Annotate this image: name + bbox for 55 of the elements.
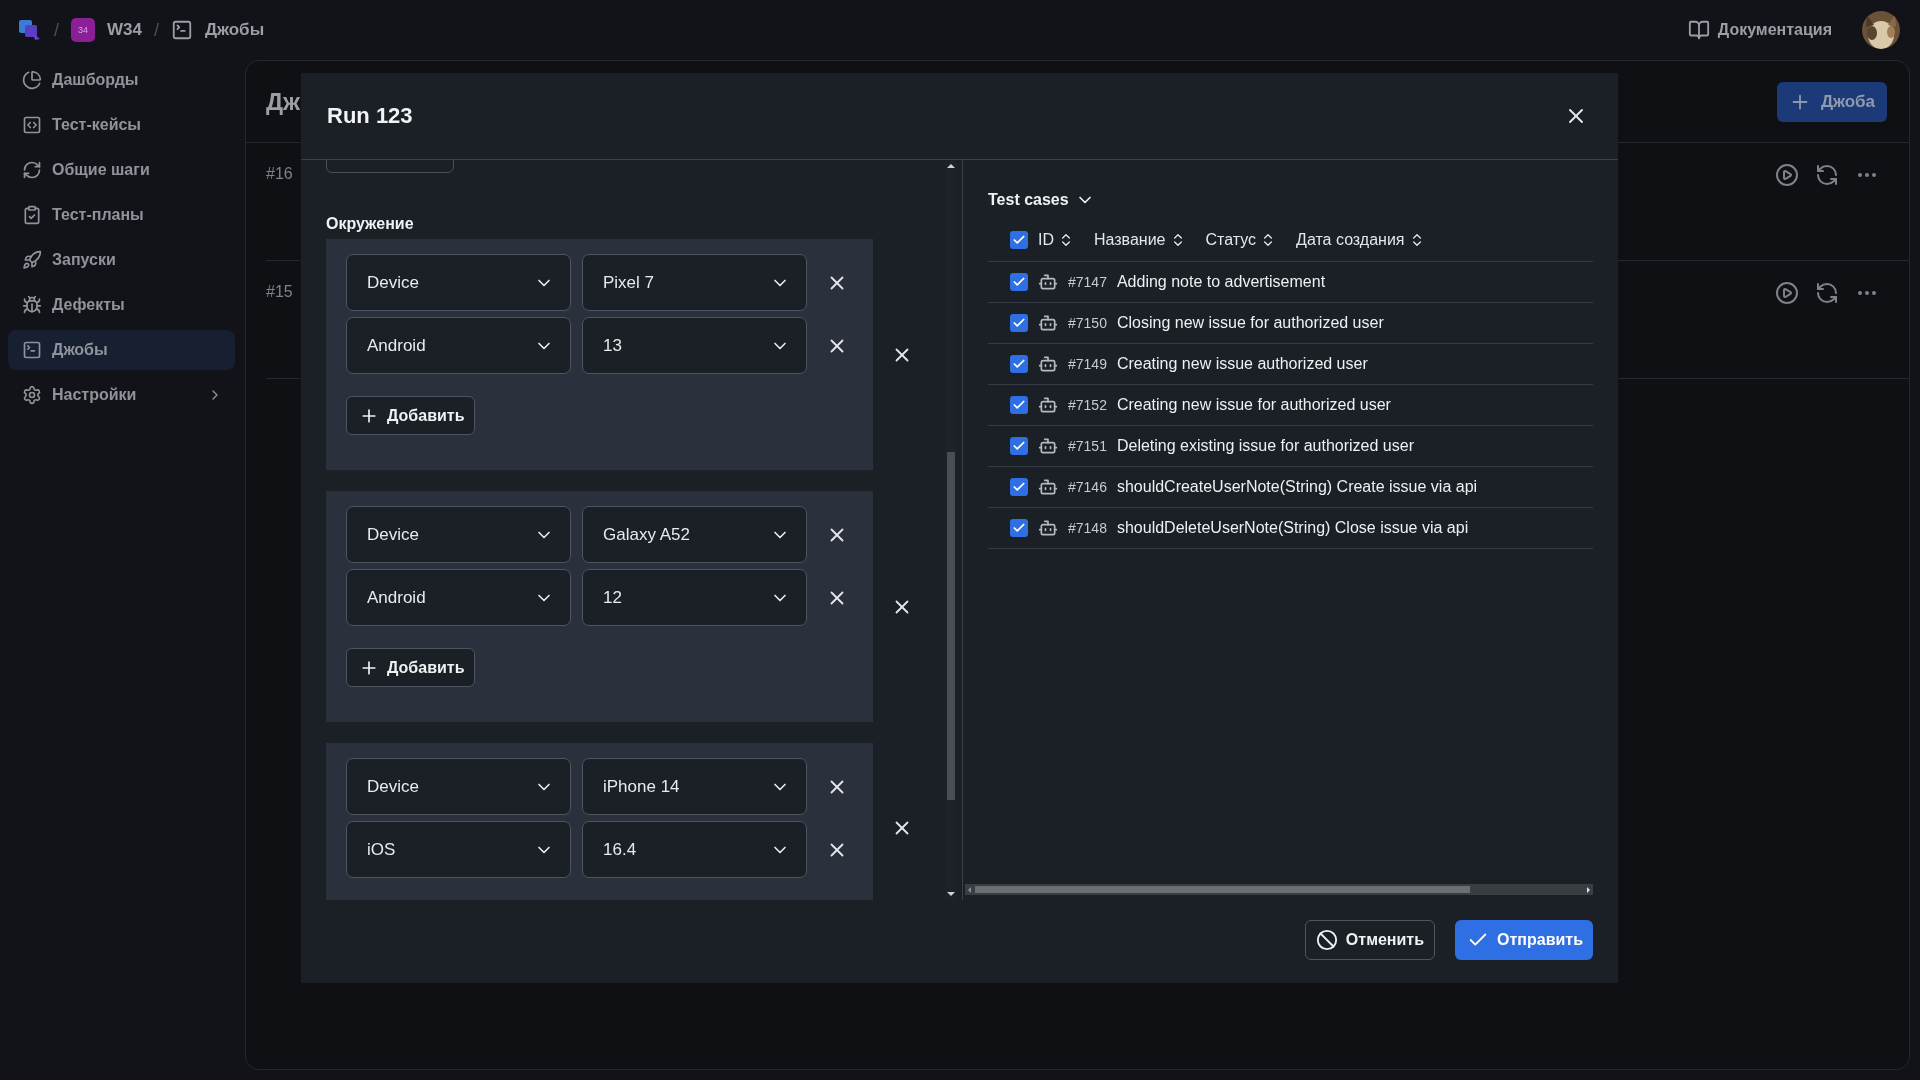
sidebar-item[interactable]: Настройки	[8, 375, 235, 415]
key-select[interactable]: Device	[346, 254, 571, 311]
test-cases-toggle[interactable]: Test cases	[988, 190, 1095, 210]
sidebar-item[interactable]: Тест-планы	[8, 195, 235, 235]
test-case-name: Adding note to advertisement	[1116, 273, 1326, 291]
test-case-name: Closing new issue for authorized user	[1116, 314, 1384, 332]
add-button[interactable]: Добавить	[346, 396, 475, 435]
column-header[interactable]: Статус	[1205, 230, 1277, 249]
cancel-button[interactable]: Отменить	[1304, 920, 1436, 960]
sidebar-item[interactable]: Запуски	[8, 240, 235, 280]
value-select[interactable]: iPhone 14	[582, 758, 807, 815]
sidebar-item[interactable]: Тест-кейсы	[8, 105, 235, 145]
add-button[interactable]: Добавить	[346, 648, 475, 687]
test-case-id: #7150	[1068, 315, 1107, 331]
key-select[interactable]: Android	[346, 317, 571, 374]
project-badge: 34	[71, 18, 95, 42]
sidebar-item[interactable]: Дефекты	[8, 285, 235, 325]
value-select[interactable]: Galaxy A52	[582, 506, 807, 563]
sidebar-item[interactable]: Общие шаги	[8, 150, 235, 190]
docs-link[interactable]: Документация	[1687, 19, 1832, 41]
test-case-id: #7151	[1068, 438, 1107, 454]
test-case-id: #7146	[1068, 479, 1107, 495]
job-id: #16	[266, 165, 293, 183]
value-select[interactable]: 13	[582, 317, 807, 374]
breadcrumb-separator: /	[154, 19, 159, 41]
page-link[interactable]: Джобы	[205, 20, 265, 40]
breadcrumb-separator: /	[54, 19, 59, 41]
dialog-title: Run 123	[327, 103, 413, 129]
section-label: Окружение	[326, 215, 415, 232]
sidebar-item[interactable]: Дашборды	[8, 60, 235, 100]
column-header[interactable]: ID	[1038, 230, 1074, 249]
test-case-name: Creating new issue authorized user	[1116, 355, 1368, 373]
key-select[interactable]: iOS	[346, 821, 571, 878]
key-select[interactable]: Android	[346, 569, 571, 626]
submit-button[interactable]: Отправить	[1455, 920, 1593, 960]
test-case-id: #7147	[1068, 274, 1107, 290]
test-case-name: Deleting existing issue for authorized user	[1116, 437, 1414, 455]
project-link[interactable]: W34	[107, 20, 142, 40]
value-select[interactable]: 16.4	[582, 821, 807, 878]
test-case-id: #7152	[1068, 397, 1107, 413]
column-header[interactable]: Название	[1094, 230, 1186, 249]
value-select[interactable]: 12	[582, 569, 807, 626]
key-select[interactable]: Device	[346, 758, 571, 815]
key-select[interactable]: Device	[346, 506, 571, 563]
column-header[interactable]: Дата создания	[1296, 230, 1425, 249]
value-select[interactable]: Pixel 7	[582, 254, 807, 311]
test-case-id: #7148	[1068, 520, 1107, 536]
job-id: #15	[266, 283, 293, 301]
new-job-button[interactable]: Джоба	[1776, 81, 1887, 122]
page-title: Дж	[266, 87, 301, 116]
test-case-name: Creating new issue for authorized user	[1116, 396, 1391, 414]
test-case-name: shouldCreateUserNote(String) Create issue via api	[1116, 478, 1478, 496]
sidebar-item[interactable]: Джобы	[8, 330, 235, 370]
test-case-name: shouldDeleteUserNote(String) Close issue via api	[1116, 519, 1469, 537]
test-case-id: #7149	[1068, 356, 1107, 372]
